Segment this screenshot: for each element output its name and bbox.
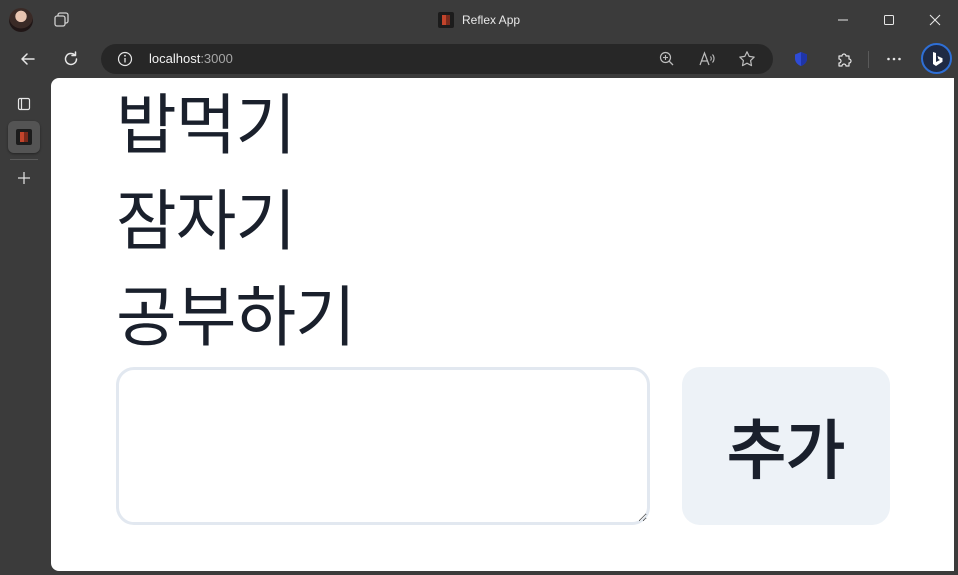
site-info-icon[interactable] bbox=[117, 51, 133, 71]
ellipsis-icon bbox=[887, 57, 901, 61]
refresh-icon bbox=[64, 51, 78, 66]
browser-toolbar: localhost:3000 bbox=[0, 40, 958, 78]
favorite-star-icon[interactable] bbox=[737, 49, 757, 69]
refresh-button[interactable] bbox=[57, 45, 85, 73]
plus-icon bbox=[18, 172, 30, 184]
address-bar[interactable]: localhost:3000 bbox=[101, 44, 773, 74]
back-button[interactable] bbox=[14, 45, 42, 73]
todo-item: 잠자기 bbox=[116, 183, 296, 260]
close-button[interactable] bbox=[925, 10, 945, 30]
maximize-button[interactable] bbox=[879, 10, 899, 30]
title-bar: Reflex App bbox=[0, 0, 958, 40]
reflex-favicon-icon bbox=[438, 12, 454, 28]
window-title: Reflex App bbox=[462, 13, 521, 27]
tab-actions-button[interactable] bbox=[8, 88, 40, 120]
puzzle-icon bbox=[838, 53, 852, 67]
profile-avatar[interactable] bbox=[9, 8, 33, 32]
zoom-icon[interactable] bbox=[657, 49, 677, 69]
minimize-button[interactable] bbox=[833, 10, 853, 30]
tab-reflex-app[interactable] bbox=[8, 121, 40, 153]
vertical-tab-strip bbox=[0, 78, 50, 575]
copilot-button[interactable] bbox=[921, 43, 952, 74]
bing-copilot-icon bbox=[932, 51, 942, 66]
more-menu-button[interactable] bbox=[880, 45, 908, 73]
extension-shield-button[interactable] bbox=[787, 45, 815, 73]
workspaces-icon[interactable] bbox=[52, 10, 72, 30]
tab-actions-icon bbox=[17, 97, 31, 111]
url-host: localhost bbox=[149, 51, 201, 66]
reflex-favicon-icon bbox=[16, 129, 32, 145]
tab-divider bbox=[10, 159, 38, 160]
read-aloud-icon[interactable] bbox=[697, 49, 717, 69]
add-button[interactable]: 추가 bbox=[682, 367, 890, 525]
url-port: :3000 bbox=[200, 51, 233, 66]
page-viewport: 밥먹기 잠자기 공부하기 추가 bbox=[51, 78, 954, 571]
todo-input[interactable] bbox=[116, 367, 650, 525]
url-text: localhost:3000 bbox=[149, 51, 233, 66]
todo-item: 공부하기 bbox=[116, 279, 356, 356]
todo-item: 밥먹기 bbox=[116, 87, 296, 164]
new-tab-button[interactable] bbox=[8, 162, 40, 194]
toolbar-divider bbox=[868, 51, 869, 68]
window-title-area: Reflex App bbox=[438, 11, 520, 29]
shield-icon bbox=[795, 52, 807, 66]
extensions-button[interactable] bbox=[831, 45, 859, 73]
todo-list: 밥먹기 잠자기 공부하기 bbox=[116, 78, 356, 366]
back-arrow-icon bbox=[21, 53, 35, 65]
